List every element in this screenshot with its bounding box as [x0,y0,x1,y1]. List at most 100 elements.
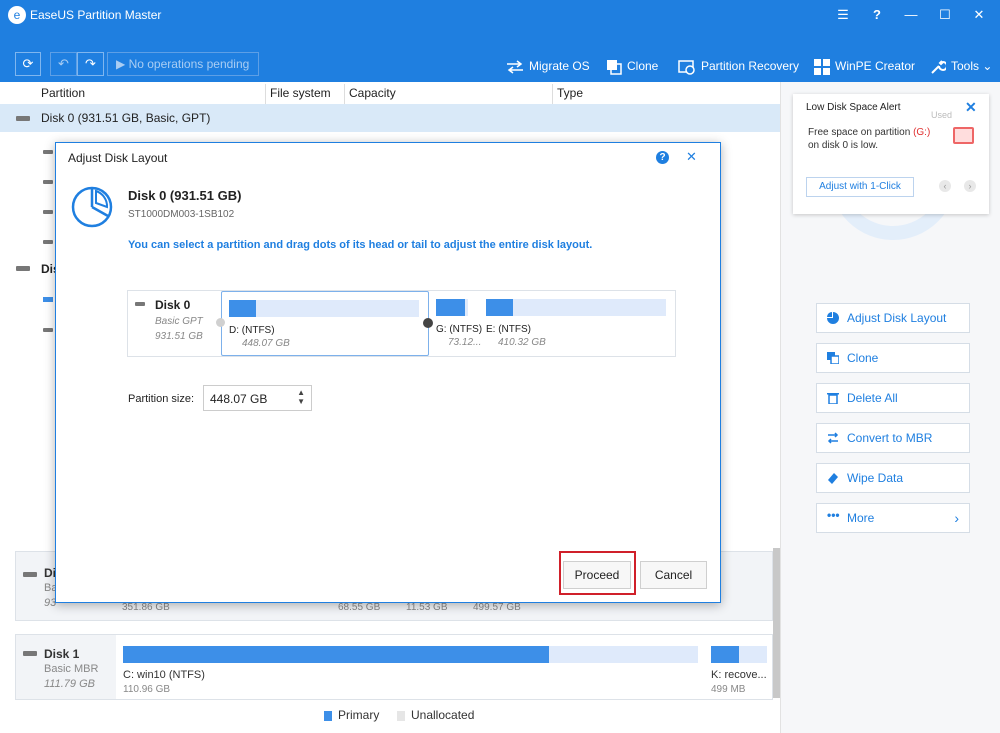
app-logo-icon: e [8,6,26,24]
clone-button[interactable]: Clone [606,57,658,75]
partition-g-name: G: (NTFS) [436,324,483,335]
partition-size: 68.55 GB [338,602,381,613]
winpe-creator-button[interactable]: WinPE Creator [814,57,915,75]
legend-unallocated: Unallocated [397,708,474,722]
adjust-disk-layout-dialog: Adjust Disk Layout ? ✕ Disk 0 (931.51 GB… [55,142,721,603]
clone-icon [607,59,622,75]
chevron-down-icon: ⌄ [982,59,993,73]
legend-primary: Primary [324,708,379,722]
partition-e-name: E: (NTFS) [486,324,531,335]
wrench-icon [931,60,948,74]
partition-d-name: D: (NTFS) [229,325,275,336]
alert-message: Free space on partition (G:) on disk 0 is… [808,127,931,151]
right-panel: Low Disk Space Alert Used ✕ Free space o… [780,82,1000,733]
partition-e-used-bar [486,299,513,316]
partition-size-value: 448.07 GB [210,392,268,406]
drag-handle-left[interactable] [216,318,225,327]
stepper-arrows-icon[interactable]: ▲ ▼ [297,388,305,406]
undo-button[interactable]: ↶ [50,52,77,76]
disk-1-map-label: Disk 1 [44,647,80,661]
pie-chart-icon [827,312,839,324]
pending-label: No operations pending [128,57,250,71]
dialog-help-icon[interactable]: ? [656,151,669,164]
clone-disk-button[interactable]: Clone [816,343,970,373]
drive-warning-icon [953,127,974,144]
windows-icon [814,58,830,75]
chevron-right-icon: › [954,510,959,526]
partition-c-name: C: win10 (NTFS) [123,669,205,681]
partition-size-stepper[interactable]: 448.07 GB ▲ ▼ [203,385,312,411]
column-header-capacity[interactable]: Capacity [349,86,396,100]
partition-k-size: 499 MB [711,684,746,695]
partition-g-size: 73.12... [448,337,482,348]
eraser-icon [828,473,838,484]
disk-0-row[interactable]: Disk 0 (931.51 GB, Basic, GPT) [0,104,780,132]
column-header-type[interactable]: Type [557,86,583,100]
convert-icon [827,432,839,444]
more-actions-button[interactable]: ••• More › [816,503,970,533]
dialog-close-icon[interactable]: ✕ [686,149,697,165]
wipe-data-button[interactable]: Wipe Data [816,463,970,493]
partition-c-used-bar [123,646,549,663]
cancel-button[interactable]: Cancel [640,561,707,589]
partition-d-size: 448.07 GB [242,338,290,349]
used-label: Used [931,110,953,120]
partition-d-used-bar [229,300,256,317]
disk-layout-icon [71,186,113,228]
partition-g-used-bar [436,299,465,316]
primary-swatch [324,710,332,721]
more-dots-icon: ••• [827,508,840,522]
trash-icon [827,393,839,404]
disk-icon [23,651,37,656]
refresh-button[interactable]: ⟳ [15,52,41,76]
delete-all-button[interactable]: Delete All [816,383,970,413]
drag-handle-right[interactable] [423,318,433,328]
close-alert-icon[interactable]: ✕ [965,99,977,116]
map-disk-label: Disk 0 [155,298,191,312]
app-window: e EaseUS Partition Master ☰ ? — ☐ ✕ ⟳ ↶ … [0,0,1000,733]
column-header-partition[interactable]: Partition [41,86,85,100]
next-alert-icon[interactable]: › [964,180,976,192]
alert-title: Low Disk Space Alert [806,102,901,113]
disk-layout-map: Disk 0 Basic GPT 931.51 GB D: (NTFS) 448… [127,290,676,357]
adjust-1-click-button[interactable]: Adjust with 1-Click [806,177,914,197]
tools-menu-button[interactable]: Tools ⌄ [930,57,992,75]
redo-button[interactable]: ↷ [77,52,104,76]
partition-size-label: Partition size: [128,393,195,405]
unallocated-swatch [397,710,405,721]
partition-d[interactable]: D: (NTFS) 448.07 GB [221,291,429,356]
column-header-file-system[interactable]: File system [270,86,331,100]
maximize-icon[interactable]: ☐ [934,4,956,26]
disk-1-map-type: Basic MBR [44,663,99,675]
disk-icon [135,302,145,306]
menu-icon[interactable]: ☰ [832,4,854,26]
disk-map-disk-1[interactable]: Disk 1 Basic MBR 111.79 GB C: win10 (NTF… [15,634,773,700]
apply-pending-button[interactable]: ▶ No operations pending [107,52,259,76]
convert-to-mbr-button[interactable]: Convert to MBR [816,423,970,453]
disk-1-map-size: 111.79 GB [44,678,95,690]
partition-k-used-bar [711,646,739,663]
migrate-icon [507,60,523,74]
partition-icon [43,240,53,244]
minimize-icon[interactable]: — [900,4,922,26]
dialog-disk-model: ST1000DM003-1SB102 [128,209,235,220]
adjust-disk-layout-button[interactable]: Adjust Disk Layout [816,303,970,333]
system-partition-icon [43,297,53,302]
vertical-scrollbar[interactable] [773,548,780,698]
dialog-instruction: You can select a partition and drag dots… [128,239,593,251]
disk-icon [16,116,30,121]
disk-icon [23,572,37,577]
dialog-title: Adjust Disk Layout [68,151,168,165]
low-disk-space-alert: Low Disk Space Alert Used ✕ Free space o… [793,94,989,214]
partition-icon [43,180,53,184]
previous-alert-icon[interactable]: ‹ [939,180,951,192]
close-window-icon[interactable]: ✕ [968,4,990,26]
disk-icon [16,266,30,271]
partition-recovery-button[interactable]: Partition Recovery [678,57,799,75]
partition-icon [43,150,53,154]
partition-size: 351.86 GB [122,602,170,613]
proceed-button[interactable]: Proceed [563,561,631,589]
migrate-os-button[interactable]: Migrate OS [506,57,590,75]
help-icon[interactable]: ? [866,4,888,26]
map-disk-type: Basic GPT [155,316,203,327]
